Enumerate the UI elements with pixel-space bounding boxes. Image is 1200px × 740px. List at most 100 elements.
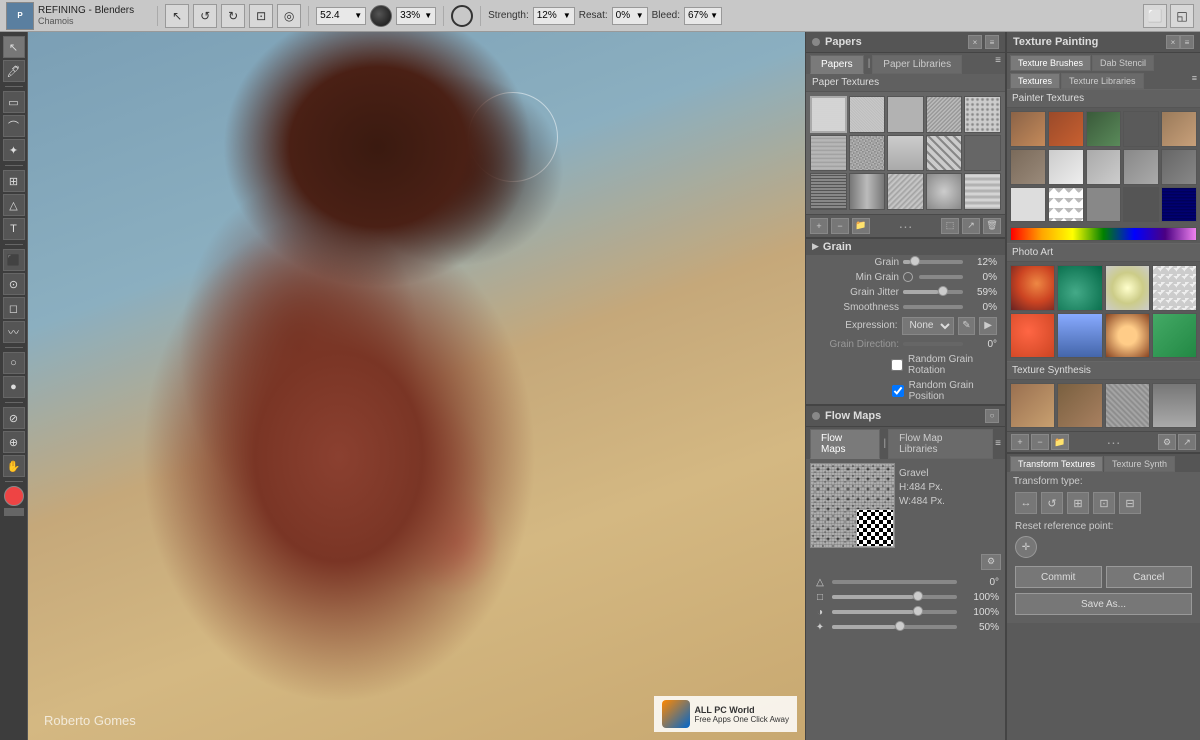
paper-thumb-15[interactable] bbox=[964, 173, 1001, 210]
tex-thumb-8[interactable] bbox=[1086, 149, 1122, 185]
grain-header[interactable]: ▶ Grain bbox=[806, 239, 1005, 255]
flowmaps-dot[interactable] bbox=[812, 412, 820, 420]
tool-magic[interactable]: ✦ bbox=[3, 139, 25, 161]
paper-delete-btn[interactable]: − bbox=[831, 218, 849, 234]
tex-thumb-10[interactable] bbox=[1161, 149, 1197, 185]
tex-thumb-4[interactable] bbox=[1123, 111, 1159, 147]
photo-thumb-8[interactable] bbox=[1152, 313, 1197, 358]
angle-slider[interactable] bbox=[832, 580, 957, 584]
rainbow-thumb[interactable] bbox=[1010, 227, 1197, 241]
compass-icon[interactable]: ✛ bbox=[1015, 536, 1037, 558]
strength-input[interactable]: 12% ▼ bbox=[533, 7, 575, 25]
tab-papers[interactable]: Papers bbox=[810, 55, 864, 74]
paper-export-btn[interactable]: ↗ bbox=[962, 218, 980, 234]
tool-hand[interactable]: ✋ bbox=[3, 455, 25, 477]
paper-import-btn[interactable]: ⬚ bbox=[941, 218, 959, 234]
paper-trash-btn[interactable]: 🗑 bbox=[983, 218, 1001, 234]
tool-redo-btn[interactable]: ↻ bbox=[221, 4, 245, 28]
tool-magnify[interactable]: ⊕ bbox=[3, 431, 25, 453]
texture-menu-btn[interactable]: ≡ bbox=[1180, 35, 1194, 49]
tex-thumb-2[interactable] bbox=[1048, 111, 1084, 147]
tool-clone[interactable]: ⊙ bbox=[3, 273, 25, 295]
contrast-slider[interactable] bbox=[832, 610, 957, 614]
opacity-input[interactable]: 33% ▼ bbox=[396, 7, 436, 25]
tool-rect[interactable]: ▭ bbox=[3, 91, 25, 113]
tex-thumb-9[interactable] bbox=[1123, 149, 1159, 185]
photo-thumb-5[interactable] bbox=[1010, 313, 1055, 358]
synth-del-btn[interactable]: − bbox=[1031, 434, 1049, 450]
papers-menu-btn[interactable]: ≡ bbox=[985, 35, 999, 49]
tool-burn[interactable]: ● bbox=[3, 376, 25, 398]
expression-edit-btn[interactable]: ✎ bbox=[958, 317, 976, 335]
tool-shape[interactable]: △ bbox=[3, 194, 25, 216]
photo-thumb-7[interactable] bbox=[1105, 313, 1150, 358]
canvas-area[interactable]: Roberto Gomes ALL PC World Free Apps One… bbox=[28, 32, 805, 740]
paper-thumb-7[interactable] bbox=[849, 135, 886, 172]
transform-move-btn[interactable]: ↔ bbox=[1015, 492, 1037, 514]
synth-thumb-4[interactable] bbox=[1152, 383, 1197, 428]
tex-thumb-7[interactable] bbox=[1048, 149, 1084, 185]
paper-thumb-3[interactable] bbox=[887, 96, 924, 133]
transform-flip-btn[interactable]: ⊟ bbox=[1119, 492, 1141, 514]
random-rotation-checkbox[interactable] bbox=[891, 359, 903, 371]
flowmap-thumb[interactable] bbox=[810, 463, 895, 548]
tab-texture-libraries[interactable]: Texture Libraries bbox=[1061, 73, 1144, 89]
resat-input[interactable]: 0% ▼ bbox=[612, 7, 648, 25]
tool-fill[interactable]: ⬛ bbox=[3, 249, 25, 271]
tab-flow-libraries[interactable]: Flow Map Libraries bbox=[888, 429, 993, 459]
transform-scale-btn[interactable]: ⊞ bbox=[1067, 492, 1089, 514]
paper-thumb-10[interactable] bbox=[964, 135, 1001, 172]
expression-select[interactable]: None bbox=[902, 317, 954, 335]
tool-brush[interactable]: 🖊 bbox=[3, 60, 25, 82]
photo-thumb-3[interactable] bbox=[1105, 265, 1150, 310]
tex-thumb-3[interactable] bbox=[1086, 111, 1122, 147]
tool-crop[interactable]: ⊞ bbox=[3, 170, 25, 192]
flowmap-settings-btn[interactable]: ⚙ bbox=[981, 554, 1001, 570]
scale-slider[interactable] bbox=[832, 595, 957, 599]
paper-thumb-9[interactable] bbox=[926, 135, 963, 172]
tab-texture-brushes[interactable]: Texture Brushes bbox=[1010, 55, 1091, 71]
tab-transform-textures[interactable]: Transform Textures bbox=[1010, 456, 1103, 472]
paper-thumb-2[interactable] bbox=[849, 96, 886, 133]
tex-thumb-14[interactable] bbox=[1123, 187, 1159, 223]
tex-thumb-13[interactable] bbox=[1086, 187, 1122, 223]
tab-textures[interactable]: Textures bbox=[1010, 73, 1060, 89]
paper-thumb-14[interactable] bbox=[926, 173, 963, 210]
tex-thumb-1[interactable] bbox=[1010, 111, 1046, 147]
tab-paper-libraries[interactable]: Paper Libraries bbox=[872, 55, 962, 74]
tex-thumb-11[interactable] bbox=[1010, 187, 1046, 223]
tab-dab-stencil[interactable]: Dab Stencil bbox=[1092, 55, 1154, 71]
tool-dodge[interactable]: ○ bbox=[3, 352, 25, 374]
tool-rotate-btn[interactable]: ↺ bbox=[193, 4, 217, 28]
papers-collapse-dot[interactable] bbox=[812, 38, 820, 46]
bleed-input[interactable]: 67% ▼ bbox=[684, 7, 722, 25]
synth-folder-btn[interactable]: 📁 bbox=[1051, 434, 1069, 450]
texture-libs-menu[interactable]: ≡ bbox=[1192, 73, 1197, 89]
photo-thumb-2[interactable] bbox=[1057, 265, 1102, 310]
synth-gear-btn[interactable]: ⚙ bbox=[1158, 434, 1176, 450]
grain-jitter-slider[interactable] bbox=[903, 290, 963, 294]
photo-thumb-4[interactable] bbox=[1152, 265, 1197, 310]
tex-thumb-12[interactable] bbox=[1048, 187, 1084, 223]
expression-more-btn[interactable]: ▶ bbox=[979, 317, 997, 335]
paper-thumb-4[interactable] bbox=[926, 96, 963, 133]
grain-dir-slider[interactable] bbox=[903, 342, 963, 346]
tab-texture-synth[interactable]: Texture Synth bbox=[1104, 456, 1175, 472]
min-grain-slider[interactable] bbox=[919, 275, 963, 279]
paper-thumb-8[interactable] bbox=[887, 135, 924, 172]
paper-thumb-6[interactable] bbox=[810, 135, 847, 172]
tool-text[interactable]: T bbox=[3, 218, 25, 240]
tool-lasso[interactable]: ⌒ bbox=[3, 115, 25, 137]
papers-menu-icon[interactable]: ≡ bbox=[995, 55, 1001, 74]
tex-thumb-6[interactable] bbox=[1010, 149, 1046, 185]
window-minimize-btn[interactable]: ⬜ bbox=[1143, 4, 1167, 28]
paper-thumb-1[interactable] bbox=[810, 96, 847, 133]
synth-thumb-2[interactable] bbox=[1057, 383, 1102, 428]
paper-thumb-11[interactable] bbox=[810, 173, 847, 210]
color-swatch[interactable] bbox=[4, 486, 24, 506]
synth-thumb-1[interactable] bbox=[1010, 383, 1055, 428]
paper-thumb-12[interactable] bbox=[849, 173, 886, 210]
papers-close-btn[interactable]: × bbox=[968, 35, 982, 49]
photo-thumb-6[interactable] bbox=[1057, 313, 1102, 358]
save-as-btn[interactable]: Save As... bbox=[1015, 593, 1192, 615]
